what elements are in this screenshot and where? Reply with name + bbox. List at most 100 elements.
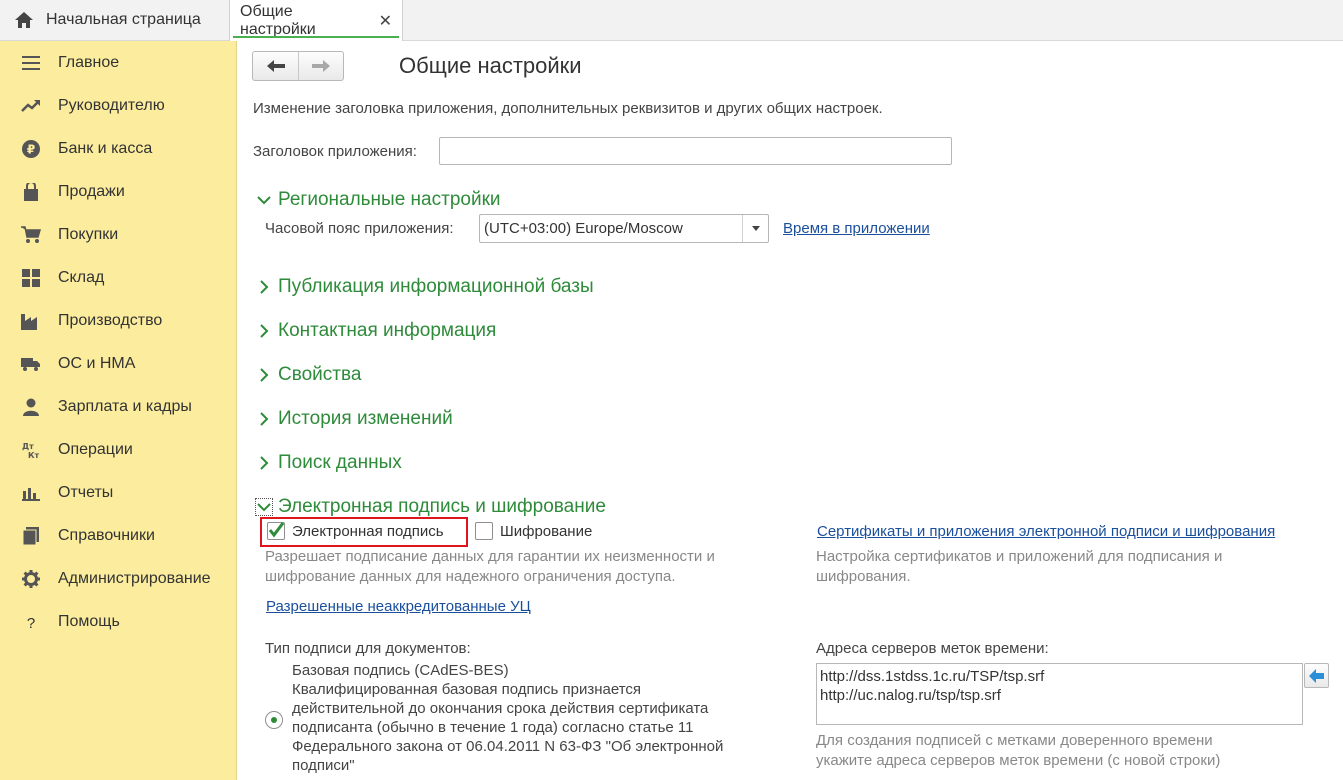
sidebar-item-main[interactable]: Главное xyxy=(0,41,236,84)
person-icon xyxy=(20,396,42,418)
section-signature-title: Электронная подпись и шифрование xyxy=(278,496,606,517)
bar-chart-icon xyxy=(20,482,42,504)
tab-home-label: Начальная страница xyxy=(46,11,201,28)
sidebar-item-sales[interactable]: Продажи xyxy=(0,170,236,213)
section-search[interactable]: Поиск данных xyxy=(256,452,402,474)
svg-text:Дт: Дт xyxy=(22,442,34,451)
bag-icon xyxy=(20,181,42,203)
timestamp-server-line: http://uc.nalog.ru/tsp/tsp.srf xyxy=(820,687,1001,704)
unaccredited-ca-link[interactable]: Разрешенные неаккредитованные УЦ xyxy=(266,598,531,615)
timezone-label: Часовой пояс приложения: xyxy=(265,220,454,237)
menu-icon xyxy=(20,52,42,74)
sidebar-item-purchases[interactable]: Покупки xyxy=(0,213,236,256)
timezone-select[interactable]: (UTC+03:00) Europe/Moscow xyxy=(479,214,769,243)
sidebar-item-salary[interactable]: Зарплата и кадры xyxy=(0,385,236,428)
time-in-app-link[interactable]: Время в приложении xyxy=(783,220,930,237)
radio-text-line: подписи" xyxy=(292,757,355,774)
svg-text:₽: ₽ xyxy=(27,142,35,156)
chevron-right-icon xyxy=(260,280,269,294)
open-editor-button[interactable] xyxy=(1304,663,1329,688)
chevron-down-icon xyxy=(257,196,271,205)
timestamp-hint: Для создания подписей с метками доверенн… xyxy=(816,731,1220,771)
es-checkbox-label[interactable]: Электронная подпись xyxy=(292,523,444,540)
signature-type-radio-text[interactable]: Базовая подпись (CAdES-BES) Квалифициров… xyxy=(292,661,782,775)
nav-buttons xyxy=(252,51,344,81)
certificates-hint: Настройка сертификатов и приложений для … xyxy=(816,547,1222,587)
sidebar-item-operations[interactable]: Дт Кт Операции xyxy=(0,428,236,471)
radio-text-line: Квалифицированная базовая подпись призна… xyxy=(292,681,642,698)
section-contacts[interactable]: Контактная информация xyxy=(256,320,496,342)
certificates-hint-line: Настройка сертификатов и приложений для … xyxy=(816,548,1223,565)
grid-icon xyxy=(20,267,42,289)
forward-button[interactable] xyxy=(298,52,343,80)
main-content: Общие настройки Изменение заголовка прил… xyxy=(238,41,1343,780)
trend-icon xyxy=(20,95,42,117)
encryption-checkbox[interactable] xyxy=(475,522,493,540)
signature-type-radio[interactable] xyxy=(265,711,283,729)
tab-home[interactable]: Начальная страница xyxy=(0,0,226,40)
radio-text-line: Федерального закона от 06.04.2011 N 63-Ф… xyxy=(292,738,724,755)
section-regional[interactable]: Региональные настройки xyxy=(256,189,501,211)
sidebar-item-bank[interactable]: ₽ Банк и касса xyxy=(0,127,236,170)
tab-general-settings[interactable]: Общие настройки ✕ xyxy=(229,0,403,41)
page-title: Общие настройки xyxy=(399,53,582,78)
radio-text-line: Базовая подпись (CAdES-BES) xyxy=(292,662,509,679)
sidebar-item-production[interactable]: Производство xyxy=(0,299,236,342)
section-signature[interactable]: Электронная подпись и шифрование xyxy=(255,496,606,518)
chevron-right-icon xyxy=(260,368,269,382)
sidebar-item-label: Покупки xyxy=(58,225,119,243)
section-publication-title: Публикация информационной базы xyxy=(278,276,594,297)
arrow-right-icon xyxy=(312,60,330,72)
radio-text-line: подписанта (обычно в течение 1 года) сог… xyxy=(292,719,694,736)
es-hint-line: Разрешает подписание данных для гарантии… xyxy=(265,548,715,565)
checkmark-icon xyxy=(268,522,285,538)
section-history[interactable]: История изменений xyxy=(256,408,453,430)
sidebar-item-administration[interactable]: Администрирование xyxy=(0,557,236,600)
app-title-input[interactable] xyxy=(439,137,952,165)
sidebar: Главное Руководителю ₽ Банк и касса Прод… xyxy=(0,41,237,780)
home-icon xyxy=(15,12,33,28)
cart-icon xyxy=(20,224,42,246)
app-title-label: Заголовок приложения: xyxy=(253,143,417,160)
sidebar-item-label: Склад xyxy=(58,268,105,286)
dropdown-arrow-icon[interactable] xyxy=(742,215,768,242)
sidebar-item-catalogs[interactable]: Справочники xyxy=(0,514,236,557)
encryption-checkbox-label[interactable]: Шифрование xyxy=(500,523,592,540)
sidebar-item-assets[interactable]: ОС и НМА xyxy=(0,342,236,385)
chevron-right-icon xyxy=(260,324,269,338)
sidebar-item-reports[interactable]: Отчеты xyxy=(0,471,236,514)
timezone-value: (UTC+03:00) Europe/Moscow xyxy=(484,220,683,237)
dt-kt-icon: Дт Кт xyxy=(20,439,42,461)
svg-text:?: ? xyxy=(27,615,35,631)
section-publication[interactable]: Публикация информационной базы xyxy=(256,276,594,298)
books-icon xyxy=(20,525,42,547)
back-button[interactable] xyxy=(253,52,298,80)
sidebar-item-help[interactable]: ? Помощь xyxy=(0,600,236,643)
truck-icon xyxy=(20,353,42,375)
arrow-left-blue-icon xyxy=(1308,668,1324,683)
close-tab-icon[interactable]: ✕ xyxy=(379,11,392,31)
svg-text:Кт: Кт xyxy=(28,451,40,459)
sidebar-item-warehouse[interactable]: Склад xyxy=(0,256,236,299)
gear-icon xyxy=(20,568,42,590)
sidebar-item-label: Зарплата и кадры xyxy=(58,397,192,415)
es-checkbox[interactable] xyxy=(267,522,285,540)
section-history-title: История изменений xyxy=(278,408,453,429)
sidebar-item-label: Справочники xyxy=(58,526,155,544)
certificates-hint-line: шифрования. xyxy=(816,568,911,585)
sidebar-item-manager[interactable]: Руководителю xyxy=(0,84,236,127)
sidebar-item-label: Производство xyxy=(58,311,163,329)
timestamp-server-line: http://dss.1stdss.1c.ru/TSP/tsp.srf xyxy=(820,668,1045,685)
factory-icon xyxy=(20,310,42,332)
section-properties[interactable]: Свойства xyxy=(256,364,361,386)
question-icon: ? xyxy=(20,611,42,633)
chevron-down-icon xyxy=(255,498,273,516)
page-description: Изменение заголовка приложения, дополнит… xyxy=(253,100,883,117)
certificates-link[interactable]: Сертификаты и приложения электронной под… xyxy=(817,523,1275,540)
sidebar-item-label: Продажи xyxy=(58,182,125,200)
signature-type-label: Тип подписи для документов: xyxy=(265,640,471,657)
sidebar-item-label: ОС и НМА xyxy=(58,354,136,372)
timestamp-servers-label: Адреса серверов меток времени: xyxy=(816,640,1049,657)
sidebar-item-label: Администрирование xyxy=(58,569,211,587)
timestamp-servers-textarea[interactable]: http://dss.1stdss.1c.ru/TSP/tsp.srf http… xyxy=(816,663,1303,725)
